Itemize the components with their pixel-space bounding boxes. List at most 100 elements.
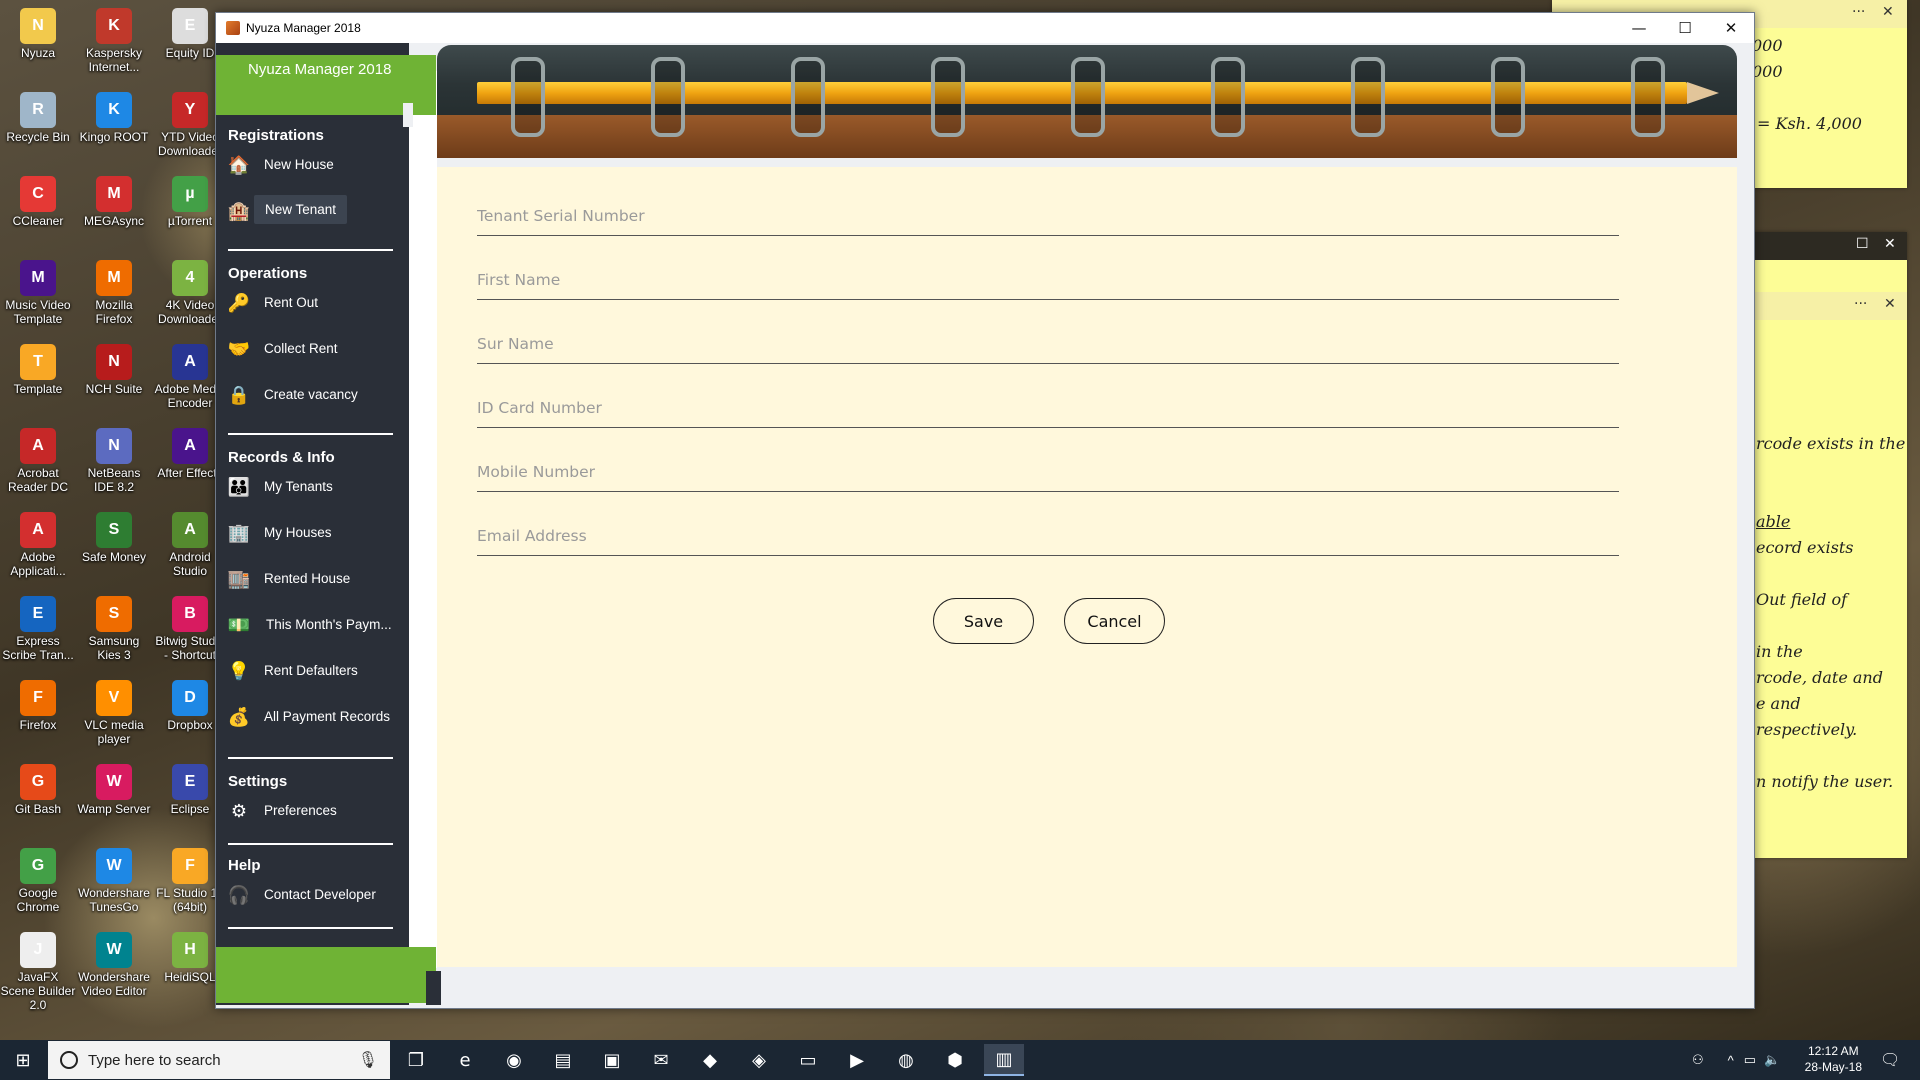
desktop-icon[interactable]: S Samsung Kies 3: [76, 596, 152, 662]
desktop-icon-label: Git Bash: [14, 802, 62, 816]
sticky-note-subheader[interactable]: ··· ✕: [1752, 292, 1907, 320]
sidebar-item-my-houses[interactable]: 🏢 My Houses: [224, 517, 402, 549]
microphone-icon[interactable]: 🎙: [358, 1050, 378, 1069]
sticky-note-header[interactable]: ☐ ✕: [1752, 232, 1907, 260]
desktop-icon[interactable]: M MEGAsync: [76, 176, 152, 228]
desktop-icon[interactable]: J JavaFX Scene Builder 2.0: [0, 932, 76, 1012]
video-editor-icon: W: [96, 932, 132, 968]
maximize-button[interactable]: ☐: [1662, 13, 1708, 43]
sidebar-item-this-months-payments[interactable]: 💵 This Month's Paym...: [224, 609, 402, 641]
minimize-button[interactable]: —: [1616, 13, 1662, 43]
desktop-icon[interactable]: K Kingo ROOT: [76, 92, 152, 144]
sticky-line: = Ksh. 4,000: [1757, 114, 1862, 133]
desktop-icon[interactable]: A Acrobat Reader DC: [0, 428, 76, 494]
sticky-line: n notify the user.: [1756, 772, 1894, 791]
maximize-icon[interactable]: ☐: [1856, 236, 1869, 252]
nyuza-icon[interactable]: ▥: [984, 1044, 1024, 1076]
house-icon: 🏠: [227, 154, 251, 175]
desktop-icon[interactable]: M Music Video Template: [0, 260, 76, 326]
desktop-icon-label: Kingo ROOT: [79, 130, 149, 144]
save-button[interactable]: Save: [933, 598, 1034, 644]
wamp-icon: W: [96, 764, 132, 800]
binder-ring-icon: [1071, 57, 1105, 137]
notification-area[interactable]: 🗨: [1880, 1040, 1900, 1080]
desktop-icon[interactable]: N NetBeans IDE 8.2: [76, 428, 152, 494]
netbeans-icon[interactable]: ◈: [739, 1044, 779, 1076]
network-icon[interactable]: ▭: [1744, 1052, 1756, 1068]
desktop-icon[interactable]: M Mozilla Firefox: [76, 260, 152, 326]
git-icon: G: [20, 764, 56, 800]
first-name-input[interactable]: [477, 263, 1619, 297]
sidebar-item-create-vacancy[interactable]: 🔒 Create vacancy: [224, 379, 402, 411]
file-explorer-icon[interactable]: ▤: [543, 1044, 583, 1076]
sidebar-item-label: Contact Developer: [264, 887, 376, 902]
box-icon[interactable]: ⬢: [935, 1044, 975, 1076]
desktop-icon[interactable]: N NCH Suite: [76, 344, 152, 396]
sidebar-item-contact-developer[interactable]: 🎧 Contact Developer: [224, 879, 402, 911]
sidebar-item-preferences[interactable]: ⚙ Preferences: [224, 795, 402, 827]
sticky-note-bottom[interactable]: ☐ ✕ ··· ✕ rcode exists in the able ecord…: [1752, 232, 1907, 858]
close-icon[interactable]: ✕: [1884, 296, 1896, 312]
desktop-icon[interactable]: G Google Chrome: [0, 848, 76, 914]
monitor-icon[interactable]: ▭: [788, 1044, 828, 1076]
close-icon[interactable]: ✕: [1884, 236, 1896, 252]
sidebar-item-label: My Tenants: [264, 479, 333, 494]
divider: [228, 927, 393, 929]
notification-icon[interactable]: 🗨: [1880, 1050, 1900, 1070]
more-options-icon[interactable]: ···: [1854, 296, 1867, 312]
desktop-icon[interactable]: R Recycle Bin: [0, 92, 76, 144]
gears-icon: ⚙: [230, 800, 248, 821]
close-icon[interactable]: ✕: [1882, 4, 1894, 20]
taskbar-search[interactable]: Type here to search 🎙: [48, 1041, 390, 1079]
firefox-icon[interactable]: ◉: [494, 1044, 534, 1076]
mobile-number-input[interactable]: [477, 455, 1619, 489]
volume-icon[interactable]: 🔈: [1764, 1052, 1780, 1068]
desktop-icon[interactable]: C CCleaner: [0, 176, 76, 228]
email-address-input[interactable]: [477, 519, 1619, 553]
firefox-icon: F: [20, 680, 56, 716]
app-icon[interactable]: ◆: [690, 1044, 730, 1076]
brand-notch: [403, 103, 413, 127]
sidebar-item-all-payment-records[interactable]: 💰 All Payment Records: [224, 701, 402, 733]
window-titlebar[interactable]: Nyuza Manager 2018 — ☐ ✕: [216, 13, 1754, 43]
sidebar-item-rent-defaulters[interactable]: 💡 Rent Defaulters: [224, 655, 402, 687]
id-card-number-input[interactable]: [477, 391, 1619, 425]
more-options-icon[interactable]: ···: [1852, 4, 1865, 20]
desktop-icon[interactable]: T Template: [0, 344, 76, 396]
edge-icon[interactable]: e: [445, 1044, 485, 1076]
dropbox-icon: D: [172, 680, 208, 716]
task-view-icon[interactable]: ❐: [396, 1044, 436, 1076]
mail-icon[interactable]: ✉: [641, 1044, 681, 1076]
desktop-icon[interactable]: A Adobe Applicati...: [0, 512, 76, 578]
cancel-button[interactable]: Cancel: [1064, 598, 1165, 644]
desktop-icon[interactable]: S Safe Money: [76, 512, 152, 564]
chevron-up-icon[interactable]: ^: [1728, 1053, 1734, 1068]
desktop-icon[interactable]: V VLC media player: [76, 680, 152, 746]
desktop-icon[interactable]: K Kaspersky Internet...: [76, 8, 152, 74]
sidebar-item-new-house[interactable]: 🏠 New House: [224, 149, 402, 181]
chrome-icon[interactable]: ◍: [886, 1044, 926, 1076]
windows-start-icon[interactable]: ⊞: [0, 1040, 46, 1080]
desktop-icon[interactable]: W Wondershare TunesGo: [76, 848, 152, 914]
people-icon[interactable]: ⚇: [1692, 1052, 1704, 1068]
tenant-serial-number-input[interactable]: [477, 199, 1619, 233]
sidebar-item-new-tenant[interactable]: 🏨 New Tenant: [224, 195, 402, 227]
store-icon[interactable]: ▣: [592, 1044, 632, 1076]
sidebar-item-rented-house[interactable]: 🏬 Rented House: [224, 563, 402, 595]
sidebar-item-collect-rent[interactable]: 🤝 Collect Rent: [224, 333, 402, 365]
section-operations: Operations: [228, 265, 308, 282]
desktop-icon[interactable]: W Wamp Server: [76, 764, 152, 816]
taskbar-clock[interactable]: 12:12 AM 28-May-18: [1805, 1043, 1862, 1075]
desktop-icon[interactable]: W Wondershare Video Editor: [76, 932, 152, 998]
close-button[interactable]: ✕: [1708, 13, 1754, 43]
sur-name-input[interactable]: [477, 327, 1619, 361]
media-encoder-icon: A: [172, 344, 208, 380]
desktop-icon[interactable]: N Nyuza: [0, 8, 76, 60]
sidebar-item-rent-out[interactable]: 🔑 Rent Out: [224, 287, 402, 319]
desktop-icon[interactable]: E Express Scribe Tran...: [0, 596, 76, 662]
express-scribe-icon: E: [20, 596, 56, 632]
desktop-icon[interactable]: G Git Bash: [0, 764, 76, 816]
desktop-icon[interactable]: F Firefox: [0, 680, 76, 732]
sidebar-item-my-tenants[interactable]: 👪 My Tenants: [224, 471, 402, 503]
media-icon[interactable]: ▶: [837, 1044, 877, 1076]
